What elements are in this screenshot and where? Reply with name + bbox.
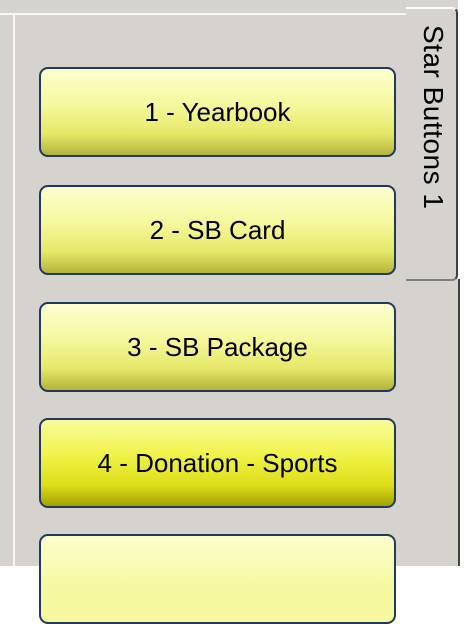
donation-sports-button-label: 4 - Donation - Sports — [97, 447, 338, 478]
sb-package-button-label: 3 - SB Package — [127, 331, 308, 362]
sb-card-button-label: 2 - SB Card — [149, 214, 286, 245]
donation-sports-button[interactable]: 4 - Donation - Sports — [39, 418, 396, 508]
panel-top-edge — [0, 13, 414, 15]
button-panel: 1 - Yearbook 2 - SB Card 3 - SB Package … — [0, 0, 458, 624]
panel-right-shadow — [458, 279, 460, 566]
sb-card-button[interactable]: 2 - SB Card — [39, 185, 396, 275]
partial-button[interactable] — [39, 534, 396, 624]
yearbook-button-label: 1 - Yearbook — [144, 96, 291, 127]
sb-package-button[interactable]: 3 - SB Package — [39, 302, 396, 392]
yearbook-button[interactable]: 1 - Yearbook — [39, 67, 396, 157]
tab-star-buttons-1-label: Star Buttons 1 — [418, 25, 449, 210]
panel-left-edge — [13, 13, 15, 566]
